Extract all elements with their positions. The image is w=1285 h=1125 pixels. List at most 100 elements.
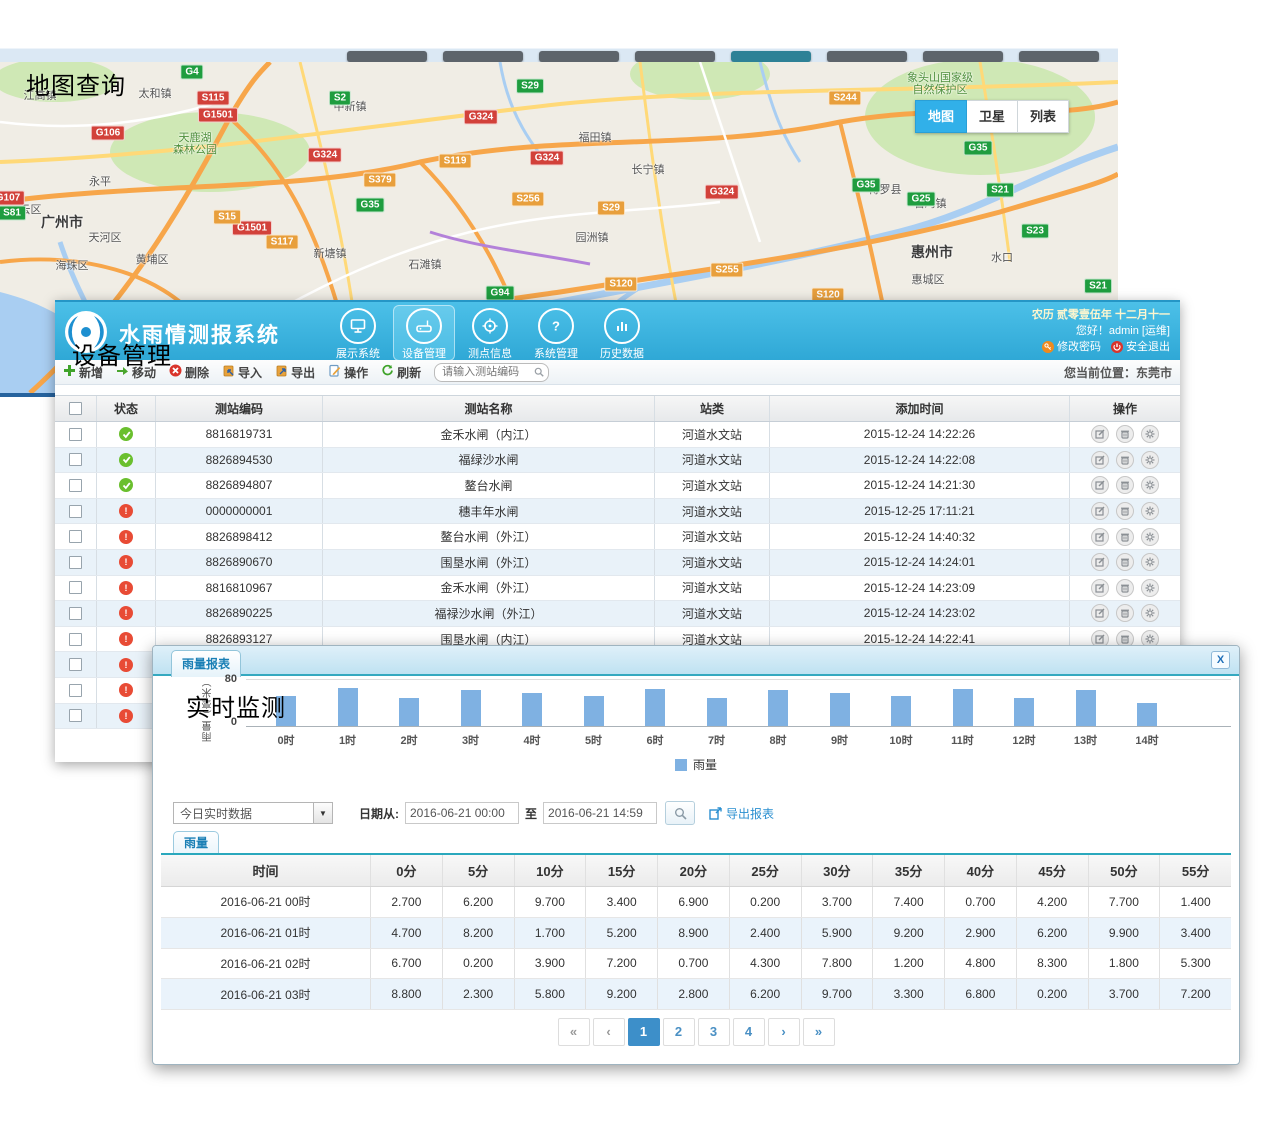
table-row[interactable]: !8826890225福禄沙水闸（外江）河道水文站2015-12-24 14:2… [55, 601, 1180, 627]
row-checkbox[interactable] [69, 453, 82, 466]
background-window-tab[interactable] [1019, 51, 1099, 62]
background-window-tab[interactable] [347, 51, 427, 62]
row-checkbox[interactable] [69, 658, 82, 671]
export-report-link[interactable]: 导出报表 [709, 805, 774, 822]
minute-table-row[interactable]: 2016-06-21 02时6.7000.2003.9007.2000.7004… [161, 949, 1231, 980]
background-window-tab[interactable] [443, 51, 523, 62]
background-window-tab[interactable] [635, 51, 715, 62]
row-edit-button[interactable] [1091, 425, 1109, 443]
row-checkbox[interactable] [69, 581, 82, 594]
table-row[interactable]: !8816810967金禾水闸（外江）河道水文站2015-12-24 14:23… [55, 576, 1180, 602]
query-button[interactable] [665, 801, 695, 825]
date-to-input[interactable] [543, 802, 657, 824]
row-edit-button[interactable] [1091, 476, 1109, 494]
row-gear-button[interactable] [1141, 451, 1159, 469]
minute-table-row[interactable]: 2016-06-21 01时4.7008.2001.7005.2008.9002… [161, 918, 1231, 949]
nav-item-system[interactable]: ?系统管理 [525, 305, 587, 361]
table-row[interactable]: 8816819731金禾水闸（内江）河道水文站2015-12-24 14:22:… [55, 422, 1180, 448]
minute-table-row[interactable]: 2016-06-21 03时8.8002.3005.8009.2002.8006… [161, 979, 1231, 1010]
page-button-2[interactable]: 2 [663, 1018, 695, 1046]
nav-item-history[interactable]: 历史数据 [591, 305, 653, 361]
close-icon[interactable]: X [1211, 651, 1230, 669]
logout-link[interactable]: 安全退出 [1111, 339, 1170, 355]
row-select-cell [55, 652, 97, 677]
station-code-cell: 8826894530 [156, 448, 323, 473]
table-row[interactable]: !8826890670围垦水闸（外江）河道水文站2015-12-24 14:24… [55, 550, 1180, 576]
nav-item-points[interactable]: 测点信息 [459, 305, 521, 361]
row-gear-button[interactable] [1141, 425, 1159, 443]
table-row[interactable]: 8826894530福绿沙水闸河道水文站2015-12-24 14:22:08 [55, 448, 1180, 474]
row-checkbox[interactable] [69, 505, 82, 518]
row-checkbox[interactable] [69, 530, 82, 543]
column-header: 添加时间 [770, 396, 1070, 421]
row-trash-button[interactable] [1116, 604, 1134, 622]
row-checkbox[interactable] [69, 428, 82, 441]
row-checkbox[interactable] [69, 633, 82, 646]
map-view-button-inactive[interactable]: 列表 [1018, 100, 1069, 133]
row-edit-button[interactable] [1091, 528, 1109, 546]
row-edit-button[interactable] [1091, 604, 1109, 622]
pager-nav-button[interactable]: » [803, 1018, 835, 1046]
row-gear-button[interactable] [1141, 553, 1159, 571]
row-gear-button[interactable] [1141, 604, 1159, 622]
tab-rainfall[interactable]: 雨量 [173, 831, 219, 854]
nav-item-device[interactable]: 设备管理 [393, 305, 455, 361]
background-window-tab[interactable] [539, 51, 619, 62]
row-select-cell [55, 499, 97, 524]
row-edit-button[interactable] [1091, 451, 1109, 469]
toolbar-operate-button[interactable]: 操作 [328, 364, 368, 381]
page-button-1[interactable]: 1 [628, 1018, 660, 1046]
row-gear-button[interactable] [1141, 579, 1159, 597]
station-code-search-input[interactable] [434, 363, 549, 382]
background-window-tab[interactable] [731, 51, 811, 62]
range-select[interactable]: 今日实时数据 ▼ [173, 802, 333, 824]
row-edit-button[interactable] [1091, 502, 1109, 520]
road-badge: S29 [516, 79, 544, 94]
toolbar-import-button[interactable]: 导入 [222, 364, 262, 381]
select-all-checkbox[interactable] [69, 402, 82, 415]
table-row[interactable]: !8826898412鳌台水闸（外江）河道水文站2015-12-24 14:40… [55, 524, 1180, 550]
map-place-label: 水口 [991, 252, 1013, 264]
minute-table-row[interactable]: 2016-06-21 00时2.7006.2009.7003.4006.9000… [161, 887, 1231, 918]
road-badge: S119 [439, 154, 472, 169]
row-gear-button[interactable] [1141, 502, 1159, 520]
pager-nav-button[interactable]: « [558, 1018, 590, 1046]
background-window-tab[interactable] [923, 51, 1003, 62]
table-row[interactable]: 8826894807鳌台水闸河道水文站2015-12-24 14:21:30 [55, 473, 1180, 499]
row-trash-button[interactable] [1116, 553, 1134, 571]
row-edit-button[interactable] [1091, 553, 1109, 571]
chevron-down-icon[interactable]: ▼ [313, 803, 332, 823]
map-view-button-active[interactable]: 地图 [915, 100, 967, 133]
row-gear-button[interactable] [1141, 476, 1159, 494]
page-button-3[interactable]: 3 [698, 1018, 730, 1046]
operations-cell [1070, 550, 1180, 575]
map-view-button-inactive[interactable]: 卫星 [967, 100, 1018, 133]
row-checkbox[interactable] [69, 684, 82, 697]
row-trash-button[interactable] [1116, 425, 1134, 443]
row-gear-button[interactable] [1141, 528, 1159, 546]
row-select-cell [55, 627, 97, 652]
nav-item-display[interactable]: 展示系统 [327, 305, 389, 361]
row-trash-button[interactable] [1116, 579, 1134, 597]
row-trash-button[interactable] [1116, 451, 1134, 469]
pager-nav-button[interactable]: › [768, 1018, 800, 1046]
date-from-input[interactable] [405, 802, 519, 824]
table-row[interactable]: !0000000001穗丰年水闸河道水文站2015-12-25 17:11:21 [55, 499, 1180, 525]
row-checkbox[interactable] [69, 709, 82, 722]
row-checkbox[interactable] [69, 479, 82, 492]
row-trash-button[interactable] [1116, 528, 1134, 546]
row-edit-button[interactable] [1091, 579, 1109, 597]
change-password-link[interactable]: 修改密码 [1042, 339, 1101, 355]
toolbar-refresh-button[interactable]: 刷新 [381, 364, 421, 381]
row-checkbox[interactable] [69, 556, 82, 569]
page-button-4[interactable]: 4 [733, 1018, 765, 1046]
search-icon[interactable] [534, 366, 544, 380]
toolbar-delete-button[interactable]: 删除 [169, 364, 209, 381]
background-window-tab[interactable] [827, 51, 907, 62]
toolbar-export-button[interactable]: 导出 [275, 364, 315, 381]
toolbar-button-label: 导出 [291, 364, 315, 381]
row-trash-button[interactable] [1116, 476, 1134, 494]
pager-nav-button[interactable]: ‹ [593, 1018, 625, 1046]
row-trash-button[interactable] [1116, 502, 1134, 520]
row-checkbox[interactable] [69, 607, 82, 620]
